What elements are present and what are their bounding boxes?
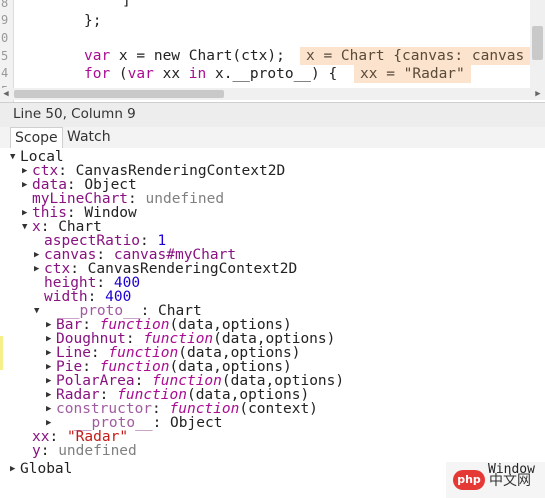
code-text: x.__proto__) { (206, 66, 338, 82)
line-number-gutter: 8 9 0 5 4 5 (0, 0, 14, 102)
scope-property[interactable]: x: Chart (32, 220, 102, 235)
line-number: 0 (1, 31, 9, 45)
code-keyword: for (84, 66, 111, 82)
code-keyword: var (84, 48, 111, 64)
scope-property[interactable]: Bar: function(data,options) (56, 318, 292, 333)
scope-property[interactable]: Pie: function(data,options) (56, 360, 292, 375)
scope-tree: ▼ Local ▶ ctx: CanvasRenderingContext2D … (0, 148, 545, 498)
collapsed-triangle-icon[interactable]: ▶ (46, 388, 51, 402)
line-number: 9 (1, 13, 9, 27)
status-bar: Line 50, Column 9 (0, 102, 545, 128)
code-line: }; (84, 13, 102, 29)
code-line: var x = new Chart(ctx); (84, 47, 285, 65)
scope-property[interactable]: height: 400 (44, 276, 140, 291)
collapsed-triangle-icon[interactable]: ▶ (46, 346, 51, 360)
debugger-tabs: Scope Watch (0, 127, 545, 149)
collapsed-triangle-icon[interactable]: ▶ (22, 178, 27, 192)
scope-property[interactable]: aspectRatio: 1 (44, 234, 166, 249)
scrollbar-thumb[interactable] (532, 26, 543, 60)
php-logo-icon: php (453, 470, 485, 490)
expanded-triangle-icon[interactable]: ▼ (34, 304, 39, 318)
scrollbar-thumb[interactable] (14, 90, 224, 98)
scope-property[interactable]: Line: function(data,options) (56, 346, 300, 361)
horizontal-scrollbar[interactable]: ◀ ▶ (0, 88, 545, 100)
watermark-text: 中文网 (489, 473, 531, 489)
code-editor[interactable]: 8 9 0 5 4 5 ] }; var x = new Chart(ctx);… (0, 0, 545, 102)
tab-scope[interactable]: Scope (10, 127, 63, 149)
code-keyword: in (188, 66, 207, 82)
scope-property[interactable]: myLineChart: undefined (32, 192, 224, 207)
tab-watch[interactable]: Watch (63, 127, 115, 147)
collapsed-triangle-icon[interactable]: ▶ (46, 374, 51, 388)
inline-value-hint: xx = "Radar" (354, 65, 471, 83)
scope-property[interactable]: ctx: CanvasRenderingContext2D (44, 262, 297, 277)
collapsed-triangle-icon[interactable]: ▶ (22, 164, 27, 178)
code-text: ( (110, 66, 128, 82)
collapsed-triangle-icon[interactable]: ▶ (10, 462, 15, 476)
collapsed-triangle-icon[interactable]: ▶ (46, 318, 51, 332)
collapsed-triangle-icon[interactable]: ▶ (34, 262, 39, 276)
scope-section-global[interactable]: Global (20, 462, 72, 477)
scope-property[interactable]: xx: "Radar" (32, 430, 128, 445)
changed-value-marker (0, 336, 3, 370)
scope-property[interactable]: __proto__: Object (74, 416, 222, 431)
scope-property[interactable]: data: Object (32, 178, 137, 193)
scroll-right-arrow-icon[interactable]: ▶ (533, 89, 543, 99)
scope-property[interactable]: Radar: function(data,options) (56, 388, 309, 403)
collapsed-triangle-icon[interactable]: ▶ (46, 332, 51, 346)
scope-property[interactable]: y: undefined (32, 444, 137, 459)
collapsed-triangle-icon[interactable]: ▶ (46, 416, 51, 430)
scope-section-local[interactable]: Local (20, 150, 64, 165)
scope-property[interactable]: constructor: function(context) (56, 402, 318, 417)
scope-property[interactable]: this: Window (32, 206, 137, 221)
line-number: 5 (1, 49, 9, 63)
scope-property[interactable]: ctx: CanvasRenderingContext2D (32, 164, 285, 179)
scope-property[interactable]: Doughnut: function(data,options) (56, 332, 335, 347)
line-number: 4 (1, 66, 9, 80)
collapsed-triangle-icon[interactable]: ▶ (46, 402, 51, 416)
line-number: 8 (1, 0, 9, 10)
code-line: for (var xx in x.__proto__) { (84, 65, 337, 83)
collapsed-triangle-icon[interactable]: ▶ (22, 206, 27, 220)
cursor-position: Line 50, Column 9 (13, 106, 136, 122)
code-text: x = new Chart(ctx); (110, 48, 285, 64)
code-keyword: var (127, 66, 154, 82)
expanded-triangle-icon[interactable]: ▼ (22, 220, 27, 234)
scope-property[interactable]: canvas: canvas#myChart (44, 248, 236, 263)
collapsed-triangle-icon[interactable]: ▶ (34, 248, 39, 262)
scope-property[interactable]: __proto__: Chart (62, 304, 202, 319)
scroll-left-arrow-icon[interactable]: ◀ (1, 89, 11, 99)
code-line: ] (122, 0, 131, 9)
scope-property[interactable]: width: 400 (44, 290, 131, 305)
scope-property[interactable]: PolarArea: function(data,options) (56, 374, 344, 389)
expanded-triangle-icon[interactable]: ▼ (10, 150, 15, 164)
vertical-scrollbar[interactable] (530, 0, 545, 88)
collapsed-triangle-icon[interactable]: ▶ (46, 360, 51, 374)
inline-value-hint: x = Chart {canvas: canvas (300, 47, 531, 65)
code-text: xx (153, 66, 189, 82)
